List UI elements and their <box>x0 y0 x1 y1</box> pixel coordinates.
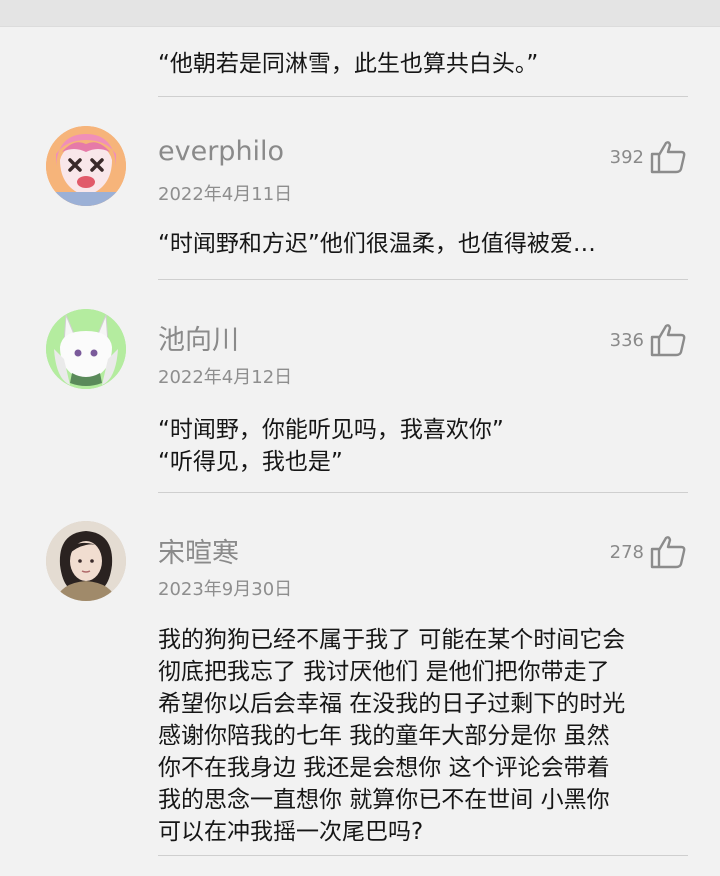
thumbs-up-icon[interactable] <box>650 140 686 174</box>
divider <box>158 855 688 856</box>
like-button[interactable]: 278 <box>610 535 686 569</box>
comment-line: 希望你以后会幸福 在没我的日子过剩下的时光 <box>158 691 626 717</box>
user-avatar[interactable] <box>46 309 126 389</box>
comment-date: 2022年4月11日 <box>158 184 293 205</box>
comment-line: 彻底把我忘了 我讨厌他们 是他们把你带走了 <box>158 659 610 685</box>
top-comment-text: “他朝若是同淋雪，此生也算共白头。” <box>158 51 539 77</box>
comment-text: 我的狗狗已经不属于我了 可能在某个时间它会 彻底把我忘了 我讨厌他们 是他们把你… <box>158 624 698 848</box>
thumbs-up-icon[interactable] <box>650 535 686 569</box>
username[interactable]: everphilo <box>158 136 284 167</box>
user-avatar[interactable] <box>46 521 126 601</box>
comment-date: 2023年9月30日 <box>158 579 293 600</box>
like-count: 392 <box>609 146 644 168</box>
photo-avatar-icon <box>46 521 126 601</box>
divider <box>158 279 688 280</box>
divider <box>158 492 688 493</box>
thumbs-up-icon[interactable] <box>650 323 686 357</box>
username[interactable]: 宋暄寒 <box>158 531 239 570</box>
top-bar <box>0 0 720 27</box>
comment-line: 感谢你陪我的七年 我的童年大部分是你 虽然 <box>158 723 610 749</box>
cartoon-girl-avatar-icon <box>46 126 126 206</box>
white-fox-avatar-icon <box>46 309 126 389</box>
comment-line: 你不在我身边 我还是会想你 这个评论会带着 <box>158 755 610 781</box>
comment-line: “时闻野和方迟”他们很温柔，也值得被爱… <box>158 231 596 257</box>
like-count: 278 <box>609 541 644 563</box>
comment-line: “听得见，我也是” <box>158 449 343 475</box>
username[interactable]: 池向川 <box>158 318 239 357</box>
like-button[interactable]: 336 <box>610 323 686 357</box>
comment-line: 我的思念一直想你 就算你已不在世间 小黑你 <box>158 787 610 813</box>
comment-text: “时闻野，你能听见吗，我喜欢你” “听得见，我也是” <box>158 414 698 478</box>
comment-line: “时闻野，你能听见吗，我喜欢你” <box>158 417 504 443</box>
comment-text: “时闻野和方迟”他们很温柔，也值得被爱… <box>158 228 698 260</box>
like-count: 336 <box>609 329 644 351</box>
divider <box>158 96 688 97</box>
comment-line: 可以在冲我摇一次尾巴吗? <box>158 819 424 845</box>
comment-line: 我的狗狗已经不属于我了 可能在某个时间它会 <box>158 627 626 653</box>
user-avatar[interactable] <box>46 126 126 206</box>
like-button[interactable]: 392 <box>610 140 686 174</box>
comment-date: 2022年4月12日 <box>158 367 293 388</box>
